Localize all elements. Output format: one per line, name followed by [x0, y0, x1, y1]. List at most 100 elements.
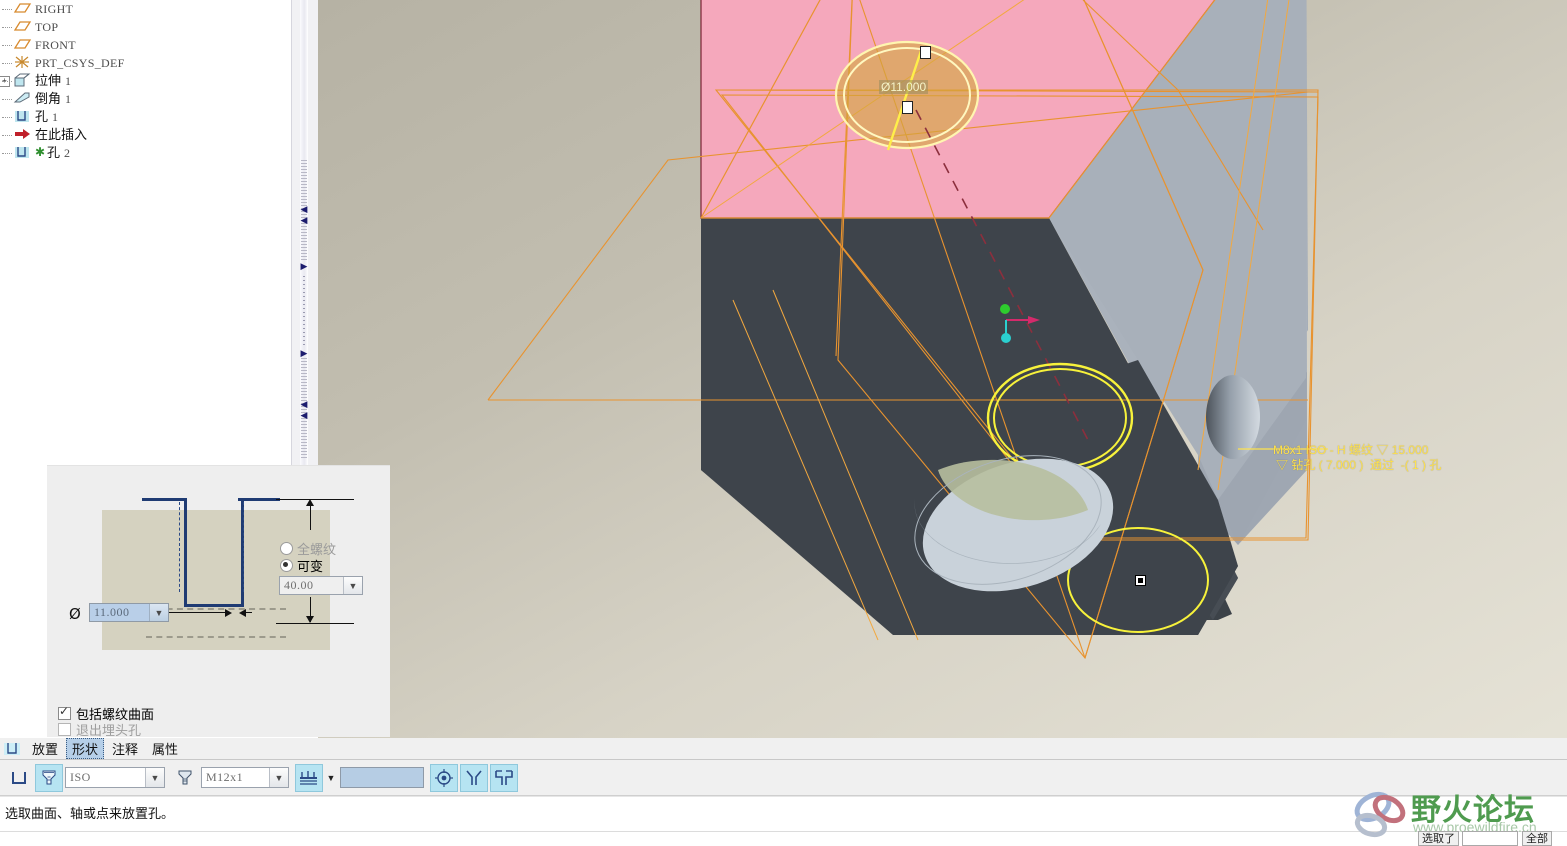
chevron-down-icon-2[interactable]: ▼: [149, 604, 168, 621]
checkbox-include-thread-surface-label: 包括螺纹曲面: [76, 708, 155, 723]
datum-plane-icon: [12, 36, 32, 52]
screw-size-select[interactable]: M12x1 ▼: [201, 767, 289, 788]
tree-item-7-insert-here[interactable]: 在此插入: [0, 126, 291, 144]
diameter-arrow-left-icon: [239, 609, 246, 617]
tab-properties[interactable]: 属性: [146, 738, 184, 759]
counterbore-button[interactable]: [490, 763, 518, 792]
tree-item-number: 1: [65, 74, 72, 88]
tree-connector: [2, 27, 12, 28]
simple-hole-button[interactable]: [5, 764, 33, 792]
hole-note-line-2[interactable]: ▽ 钻孔 ( 7.000 ) 通过 -( 1 ) 孔: [1276, 456, 1441, 473]
tab-note[interactable]: 注释: [106, 738, 144, 759]
collapse-left-arrow-icon-2[interactable]: ◀: [298, 216, 310, 226]
tree-item-8[interactable]: ✱ 孔2: [0, 144, 291, 162]
tree-connector: [2, 153, 12, 154]
model-tree-panel[interactable]: RIGHT TOP FRONT PRT_CSYS_DEF + 拉伸 1 倒角 1…: [0, 0, 291, 470]
select-all-button[interactable]: 全部: [1522, 831, 1552, 846]
diameter-symbol: Ø: [69, 605, 81, 623]
radio-variable-indicator[interactable]: [280, 559, 293, 572]
tree-item-5[interactable]: 倒角 1: [0, 90, 291, 108]
radio-full-thread-indicator[interactable]: [280, 542, 293, 555]
thread-depth-input[interactable]: 40.00 ▼: [279, 576, 363, 595]
thread-line-right: [243, 502, 244, 592]
coordinate-system-icon: [12, 54, 32, 70]
thread-line-left: [179, 502, 180, 592]
tree-item-2[interactable]: FRONT: [0, 36, 291, 54]
radio-full-thread-label: 全螺纹: [297, 543, 337, 558]
checkbox-exit-counterbore-box[interactable]: [58, 723, 71, 736]
thread-depth-radio-group[interactable]: 全螺纹 可变: [280, 542, 358, 576]
hole-diameter-input[interactable]: 11.000 ▼: [89, 603, 169, 622]
depth-style-dropdown-arrow[interactable]: ▼: [325, 767, 337, 788]
status-divider: [0, 831, 1567, 832]
tree-item-3[interactable]: PRT_CSYS_DEF: [0, 54, 291, 72]
collapse-left-arrow-icon-4[interactable]: ◀: [298, 411, 310, 421]
hole-options-toolbar[interactable]: ISO ▼ M12x1 ▼ ▼: [0, 760, 1567, 796]
selection-count-field[interactable]: [1462, 831, 1518, 846]
collapse-left-arrow-icon-3[interactable]: ◀: [298, 400, 310, 410]
hole-top-edge-right: [238, 498, 280, 501]
depth-arrow-down-icon: [306, 616, 314, 623]
through-all-button[interactable]: [430, 763, 458, 792]
screw-size-value[interactable]: M12x1: [202, 770, 269, 785]
hole-shape-panel[interactable]: 全螺纹 可变 40.00 ▼ Ø 11.000 ▼ 包括螺纹曲面 退出埋头孔: [47, 465, 390, 739]
hole-drag-handle-mid[interactable]: [902, 101, 913, 114]
collapse-left-arrow-icon[interactable]: ◀: [298, 205, 310, 215]
thread-standard-select[interactable]: ISO ▼: [65, 767, 165, 788]
chevron-down-icon-size[interactable]: ▼: [269, 768, 288, 787]
tree-connector: [2, 81, 12, 82]
tree-item-1[interactable]: TOP: [0, 18, 291, 36]
diameter-callout[interactable]: Ø11.000: [879, 80, 929, 94]
tree-connector: [2, 45, 12, 46]
tab-placement[interactable]: 放置: [26, 738, 64, 759]
datum-plane-icon: [12, 0, 32, 16]
depth-reference-collector[interactable]: [340, 767, 424, 788]
tree-connector: [2, 9, 12, 10]
panel-splitter[interactable]: ◀ ◀ ▶ ▶ ◀ ◀: [291, 0, 319, 470]
diameter-dim-line-left: [169, 612, 227, 613]
tree-item-4[interactable]: + 拉伸 1: [0, 72, 291, 90]
side-hole-bore: [1206, 375, 1260, 459]
tree-item-0[interactable]: RIGHT: [0, 0, 291, 18]
tree-item-label: 孔: [47, 146, 61, 161]
hole-feature-icon: [12, 108, 32, 124]
datum-plane-icon: [12, 18, 32, 34]
depth-ext-line-top: [276, 499, 354, 500]
radio-full-thread[interactable]: 全螺纹: [280, 542, 358, 559]
countersink-button[interactable]: [460, 763, 488, 792]
tree-connector: [2, 63, 12, 64]
status-bar: 选取曲面、轴或点来放置孔。: [0, 796, 1567, 846]
depth-ext-line-bottom: [276, 623, 354, 624]
tree-item-label: TOP: [35, 20, 59, 34]
chevron-down-icon[interactable]: ▼: [343, 577, 362, 594]
in-progress-asterisk-icon: ✱: [35, 144, 46, 160]
hole-diameter-value[interactable]: 11.000: [90, 605, 149, 620]
extrude-feature-icon: [12, 72, 32, 88]
hole-tool-icon: [2, 741, 22, 757]
radio-variable[interactable]: 可变: [280, 559, 358, 576]
dashboard-tab-bar[interactable]: 放置 形状 注释 属性: [0, 738, 1567, 760]
depth-dim-line-upper: [310, 506, 311, 530]
standard-hole-button[interactable]: [35, 763, 63, 792]
thread-depth-value[interactable]: 40.00: [280, 578, 343, 593]
selection-status-widget[interactable]: 选取了 全部: [1418, 831, 1552, 846]
checkbox-include-thread-surface-box[interactable]: [58, 704, 71, 720]
tree-connector: [2, 135, 12, 136]
hole-placement-point-handle[interactable]: [1135, 575, 1146, 586]
hidden-line-2: [146, 636, 286, 638]
depth-arrow-up-icon: [306, 499, 314, 506]
tree-item-number: 1: [52, 110, 59, 124]
checkbox-include-thread-surface[interactable]: 包括螺纹曲面: [58, 704, 155, 724]
tab-shape[interactable]: 形状: [66, 738, 105, 759]
chevron-down-icon-iso[interactable]: ▼: [145, 768, 164, 787]
insert-here-arrow-icon: [12, 126, 32, 142]
hole-drag-handle-top[interactable]: [920, 46, 931, 59]
diameter-arrow-right-icon: [225, 609, 232, 617]
tree-item-6[interactable]: 孔1: [0, 108, 291, 126]
graphics-window[interactable]: Ø11.000 M8x1 ISO - H 螺纹 ▽ 15.000 ▽ 钻孔 ( …: [318, 0, 1567, 762]
expand-right-arrow-icon[interactable]: ▶: [298, 262, 310, 272]
hole-profile-outline: [184, 498, 244, 607]
thread-standard-value[interactable]: ISO: [66, 770, 145, 785]
depth-style-button[interactable]: [295, 763, 323, 792]
tree-connector: [2, 99, 12, 100]
